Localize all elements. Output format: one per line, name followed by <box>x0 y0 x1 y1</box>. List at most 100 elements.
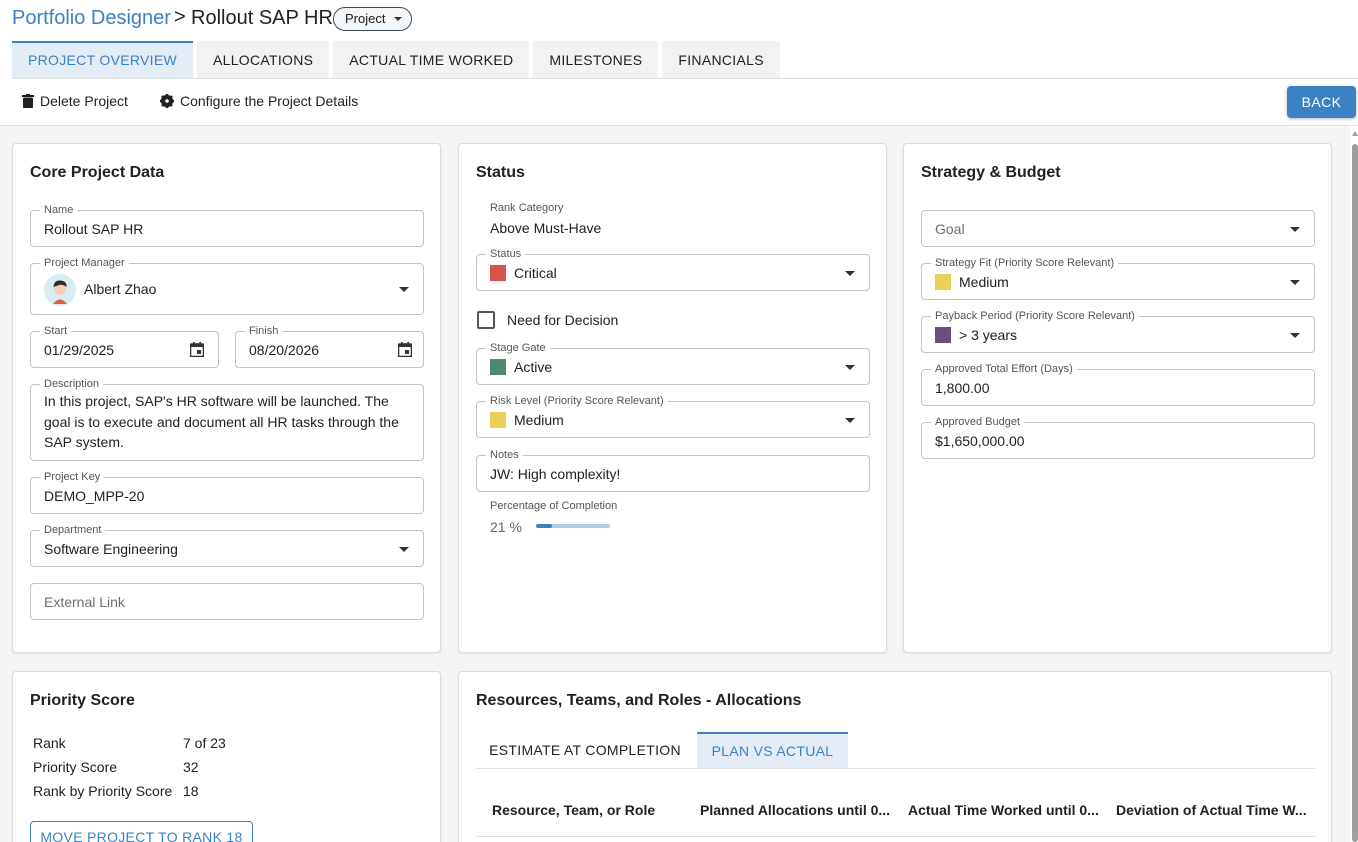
project-manager-select[interactable]: Project Manager Albert Zhao <box>30 257 424 315</box>
strategy-fit-value: Medium <box>959 274 1009 290</box>
project-manager-label: Project Manager <box>40 257 129 269</box>
status-label: Status <box>486 248 526 260</box>
gear-icon <box>160 94 174 108</box>
column-header-resource[interactable]: Resource, Team, or Role <box>492 802 655 818</box>
core-project-data-card: Core Project Data Name Rollout SAP HR Pr… <box>12 143 441 653</box>
subtabs-divider <box>476 768 1315 769</box>
chevron-down-icon <box>399 546 409 552</box>
project-key-field[interactable]: Project Key DEMO_MPP-20 <box>30 471 424 514</box>
back-button[interactable]: BACK <box>1287 86 1356 118</box>
table-header-divider <box>476 836 1315 837</box>
external-link-field[interactable]: External Link <box>30 583 424 620</box>
breadcrumb-app-link[interactable]: Portfolio Designer <box>12 7 171 30</box>
breadcrumb-separator: > <box>174 6 186 28</box>
scrollbar-thumb[interactable] <box>1352 144 1358 842</box>
chevron-down-icon <box>845 364 855 370</box>
calendar-icon[interactable] <box>398 342 412 357</box>
priority-card-title: Priority Score <box>30 692 135 709</box>
rank-by-score-label: Rank by Priority Score <box>33 783 173 799</box>
rank-category-label: Rank Category <box>490 202 564 214</box>
approved-budget-field[interactable]: Approved Budget $1,650,000.00 <box>921 416 1315 459</box>
chevron-down-icon <box>1290 279 1300 285</box>
approved-budget-label: Approved Budget <box>931 416 1025 428</box>
description-field[interactable]: Description In this project, SAP's HR so… <box>30 378 424 461</box>
column-header-deviation[interactable]: Deviation of Actual Time W... <box>1116 802 1307 818</box>
move-to-rank-button[interactable]: MOVE PROJECT TO RANK 18 <box>30 821 253 842</box>
subtab-estimate-at-completion[interactable]: ESTIMATE AT COMPLETION <box>476 732 694 769</box>
approved-effort-field[interactable]: Approved Total Effort (Days) 1,800.00 <box>921 363 1315 406</box>
chevron-down-icon <box>845 270 855 276</box>
risk-level-value: Medium <box>514 412 564 428</box>
resources-allocations-card: Resources, Teams, and Roles - Allocation… <box>458 671 1332 842</box>
name-field-value: Rollout SAP HR <box>44 221 144 237</box>
strategy-budget-card: Strategy & Budget Goal Strategy Fit (Pri… <box>903 143 1332 653</box>
name-field[interactable]: Name Rollout SAP HR <box>30 204 424 247</box>
chevron-down-icon <box>394 17 403 21</box>
tab-financials[interactable]: FINANCIALS <box>662 41 780 78</box>
status-select[interactable]: Status Critical <box>476 248 870 291</box>
delete-project-button[interactable]: Delete Project <box>22 93 128 109</box>
resources-card-title: Resources, Teams, and Roles - Allocation… <box>476 692 802 709</box>
stage-gate-value: Active <box>514 359 553 375</box>
start-date-value: 01/29/2025 <box>44 342 115 358</box>
finish-date-label: Finish <box>245 325 283 337</box>
project-type-label: Project <box>345 11 386 26</box>
payback-period-value: > 3 years <box>959 327 1017 343</box>
approved-budget-value: $1,650,000.00 <box>935 433 1025 449</box>
notes-label: Notes <box>486 449 523 461</box>
notes-field[interactable]: Notes JW: High complexity! <box>476 449 870 492</box>
avatar <box>44 274 76 306</box>
project-type-chip[interactable]: Project <box>333 7 413 31</box>
approved-effort-value: 1,800.00 <box>935 380 990 396</box>
description-label: Description <box>40 378 104 390</box>
project-key-label: Project Key <box>40 471 105 483</box>
chevron-down-icon <box>1290 332 1300 338</box>
department-label: Department <box>40 524 106 536</box>
scroll-up-icon[interactable] <box>1352 131 1358 136</box>
completion-label: Percentage of Completion <box>490 500 618 512</box>
completion-progress-bar <box>536 524 610 528</box>
priority-score-value: 32 <box>183 759 199 775</box>
column-header-actual[interactable]: Actual Time Worked until 0... <box>908 802 1099 818</box>
department-value: Software Engineering <box>44 541 178 557</box>
stage-gate-label: Stage Gate <box>486 342 550 354</box>
finish-date-value: 08/20/2026 <box>249 342 320 358</box>
rank-category-value: Above Must-Have <box>490 220 602 236</box>
tab-allocations[interactable]: ALLOCATIONS <box>196 41 330 78</box>
tab-actual-time-worked[interactable]: ACTUAL TIME WORKED <box>333 41 530 78</box>
strategy-fit-select[interactable]: Strategy Fit (Priority Score Relevant) M… <box>921 257 1315 300</box>
column-header-planned[interactable]: Planned Allocations until 0... <box>700 802 890 818</box>
delete-project-label: Delete Project <box>40 93 128 109</box>
department-select[interactable]: Department Software Engineering <box>30 524 424 567</box>
rank-by-score-value: 18 <box>183 783 199 799</box>
status-color-swatch <box>490 265 506 281</box>
project-manager-value: Albert Zhao <box>84 281 157 297</box>
calendar-icon[interactable] <box>190 342 204 357</box>
finish-date-field[interactable]: Finish 08/20/2026 <box>235 325 424 368</box>
main-tabs: PROJECT OVERVIEW ALLOCATIONS ACTUAL TIME… <box>12 41 784 79</box>
need-for-decision-label: Need for Decision <box>507 312 619 328</box>
status-value: Critical <box>514 265 557 281</box>
description-value: In this project, SAP's HR software will … <box>44 393 399 450</box>
payback-period-select[interactable]: Payback Period (Priority Score Relevant)… <box>921 310 1315 353</box>
configure-project-button[interactable]: Configure the Project Details <box>160 93 358 109</box>
goal-placeholder: Goal <box>935 221 965 237</box>
approved-effort-label: Approved Total Effort (Days) <box>931 363 1077 375</box>
subtab-plan-vs-actual[interactable]: PLAN VS ACTUAL <box>697 732 848 769</box>
risk-level-label: Risk Level (Priority Score Relevant) <box>486 395 668 407</box>
toolbar: Delete Project Configure the Project Det… <box>0 79 1358 126</box>
start-date-field[interactable]: Start 01/29/2025 <box>30 325 219 368</box>
rank-value: 7 of 23 <box>183 735 226 751</box>
tab-project-overview[interactable]: PROJECT OVERVIEW <box>12 41 193 78</box>
rank-label: Rank <box>33 735 66 751</box>
stage-gate-select[interactable]: Stage Gate Active <box>476 342 870 385</box>
chevron-down-icon <box>845 417 855 423</box>
tab-milestones[interactable]: MILESTONES <box>533 41 659 78</box>
start-date-label: Start <box>40 325 72 337</box>
payback-color-swatch <box>935 327 951 343</box>
configure-project-label: Configure the Project Details <box>180 93 359 109</box>
need-for-decision-checkbox[interactable] <box>477 311 495 329</box>
risk-level-select[interactable]: Risk Level (Priority Score Relevant) Med… <box>476 395 870 438</box>
trash-icon <box>22 94 34 108</box>
goal-select[interactable]: Goal <box>921 210 1315 247</box>
